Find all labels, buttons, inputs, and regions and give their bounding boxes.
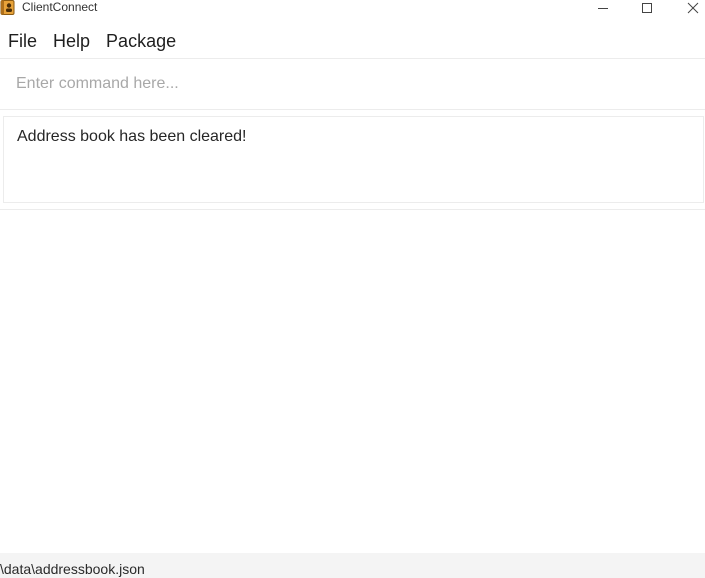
title-bar: ClientConnect [0,0,705,16]
close-icon [687,2,699,14]
menu-divider [0,58,705,59]
menu-package[interactable]: Package [98,27,184,55]
menu-file[interactable]: File [0,27,45,55]
status-bar: \data\addressbook.json [0,553,705,578]
result-message: Address book has been cleared! [17,128,247,145]
close-button[interactable] [678,0,705,16]
maximize-icon [642,3,652,13]
result-display: Address book has been cleared! [3,116,704,203]
minimize-icon [598,8,608,9]
menu-help[interactable]: Help [45,27,98,55]
save-location-path: \data\addressbook.json [0,561,145,577]
result-divider [0,209,705,210]
maximize-button[interactable] [632,0,662,16]
menu-bar: File Help Package [0,27,184,55]
address-book-icon [0,0,15,15]
command-input[interactable] [0,60,705,108]
command-divider [0,109,705,110]
window-title: ClientConnect [22,0,98,14]
person-list-panel[interactable] [0,211,705,553]
app-window: ClientConnect File Help Package Address [0,0,705,578]
minimize-button[interactable] [588,0,618,16]
